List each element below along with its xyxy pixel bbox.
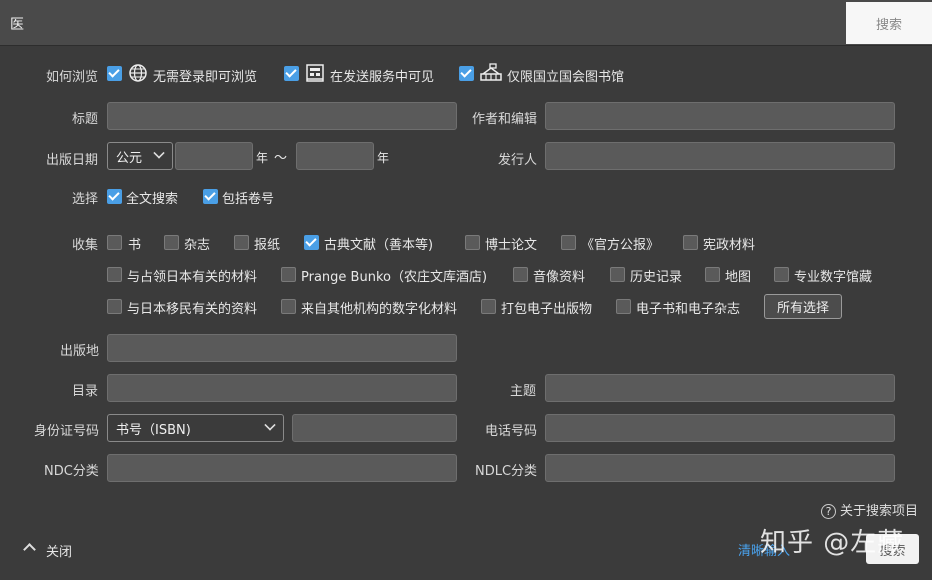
- id-type-select[interactable]: 书号（ISBN): [107, 414, 284, 442]
- ndlc-input[interactable]: [545, 454, 895, 482]
- collection-checkbox[interactable]: [616, 299, 631, 314]
- fulltext-checkbox[interactable]: [107, 189, 122, 204]
- collection-option-label: Prange Bunko（农庄文库酒店): [301, 270, 488, 285]
- phone-label: 电话号码: [485, 424, 538, 439]
- id-type-value: 书号（ISBN): [116, 422, 191, 438]
- author-label: 作者和编辑: [472, 112, 538, 127]
- toc-input[interactable]: [107, 374, 457, 402]
- browse-send-service-checkbox[interactable]: [284, 66, 299, 81]
- collection-option-label: 地图: [725, 270, 752, 285]
- ndlc-label: NDLC分类: [475, 464, 538, 479]
- select-all-button[interactable]: 所有选择: [764, 294, 842, 319]
- collection-checkbox[interactable]: [683, 235, 698, 250]
- subject-input[interactable]: [545, 374, 895, 402]
- chevron-down-icon: [153, 147, 165, 159]
- title-input[interactable]: [107, 102, 457, 130]
- collection-checkbox[interactable]: [561, 235, 576, 250]
- browse-ndl-only-checkbox[interactable]: [459, 66, 474, 81]
- collection-option-label: 宪政材料: [703, 238, 756, 253]
- collection-checkbox[interactable]: [164, 235, 179, 250]
- library-icon: [480, 63, 502, 81]
- era-select[interactable]: 公元: [107, 142, 173, 170]
- collection-option-label: 与占领日本有关的材料: [127, 270, 258, 285]
- collection-checkbox[interactable]: [107, 299, 122, 314]
- collection-checkbox[interactable]: [513, 267, 528, 282]
- collection-option-label: 杂志: [184, 238, 211, 253]
- collection-option-label: 《官方公报》: [581, 238, 660, 253]
- collection-option-label: 打包电子出版物: [501, 302, 593, 317]
- collection-checkbox[interactable]: [705, 267, 720, 282]
- browse-option-label: 无需登录即可浏览: [153, 70, 258, 85]
- include-volume-checkbox[interactable]: [203, 189, 218, 204]
- year-suffix: 年: [377, 151, 390, 165]
- pubplace-input[interactable]: [107, 334, 457, 362]
- collection-option-label: 报纸: [254, 238, 281, 253]
- collection-checkbox[interactable]: [481, 299, 496, 314]
- year-suffix: 年: [256, 151, 269, 165]
- top-bar: 医 搜索: [0, 0, 932, 46]
- browse-login-free-checkbox[interactable]: [107, 66, 122, 81]
- title-label: 标题: [72, 112, 99, 127]
- id-input[interactable]: [292, 414, 457, 442]
- year-from-input[interactable]: [175, 142, 253, 170]
- collection-checkbox[interactable]: [304, 235, 319, 250]
- collection-option-label: 音像资料: [533, 270, 586, 285]
- collection-checkbox[interactable]: [281, 267, 296, 282]
- year-to-input[interactable]: [296, 142, 374, 170]
- toc-label: 目录: [72, 384, 99, 399]
- collection-checkbox[interactable]: [610, 267, 625, 282]
- browse-option-label: 在发送服务中可见: [330, 70, 435, 85]
- collection-checkbox[interactable]: [107, 267, 122, 282]
- collection-checkbox[interactable]: [107, 235, 122, 250]
- ndc-label: NDC分类: [44, 464, 99, 479]
- pubdate-label: 出版日期: [46, 153, 99, 168]
- collection-checkbox[interactable]: [281, 299, 296, 314]
- search-help-link[interactable]: ? 关于搜索项目: [820, 500, 918, 519]
- collection-option-label: 电子书和电子杂志: [636, 302, 741, 317]
- page-title: 医: [10, 17, 24, 33]
- author-input[interactable]: [545, 102, 895, 130]
- collection-option-label: 历史记录: [630, 270, 683, 285]
- subject-label: 主题: [510, 384, 537, 399]
- collection-checkbox[interactable]: [234, 235, 249, 250]
- include-volume-label: 包括卷号: [222, 192, 275, 207]
- top-search-button[interactable]: 搜索: [846, 2, 932, 44]
- era-select-value: 公元: [116, 150, 143, 166]
- browse-option-label: 仅限国立国会图书馆: [507, 70, 625, 85]
- collection-option-label: 古典文献（善本等): [324, 238, 434, 253]
- select-label: 选择: [72, 192, 99, 207]
- collection-option-label: 书: [128, 238, 142, 253]
- range-tilde: ～: [274, 151, 288, 166]
- publisher-input[interactable]: [545, 142, 895, 170]
- globe-icon: [129, 64, 147, 82]
- chevron-down-icon: [264, 419, 276, 431]
- building-icon: [306, 64, 324, 82]
- collection-checkbox[interactable]: [774, 267, 789, 282]
- ndc-input[interactable]: [107, 454, 457, 482]
- browse-label: 如何浏览: [46, 70, 99, 85]
- pubplace-label: 出版地: [60, 344, 100, 359]
- chevron-up-icon: [23, 543, 36, 556]
- search-help-label: 关于搜索项目: [839, 504, 918, 519]
- close-button[interactable]: 关闭: [46, 541, 72, 560]
- collection-option-label: 博士论文: [485, 238, 538, 253]
- publisher-label: 发行人: [498, 153, 538, 168]
- collection-checkbox[interactable]: [465, 235, 480, 250]
- fulltext-label: 全文搜索: [126, 192, 179, 207]
- watermark: 知乎 @左藏: [760, 528, 905, 558]
- collection-option-label: 来自其他机构的数字化材料: [301, 302, 458, 317]
- question-icon: ?: [820, 504, 836, 519]
- collection-option-label: 专业数字馆藏: [794, 270, 873, 285]
- phone-input[interactable]: [545, 414, 895, 442]
- collection-option-label: 与日本移民有关的资料: [127, 302, 258, 317]
- collection-label: 收集: [72, 238, 99, 253]
- id-label: 身份证号码: [34, 424, 100, 439]
